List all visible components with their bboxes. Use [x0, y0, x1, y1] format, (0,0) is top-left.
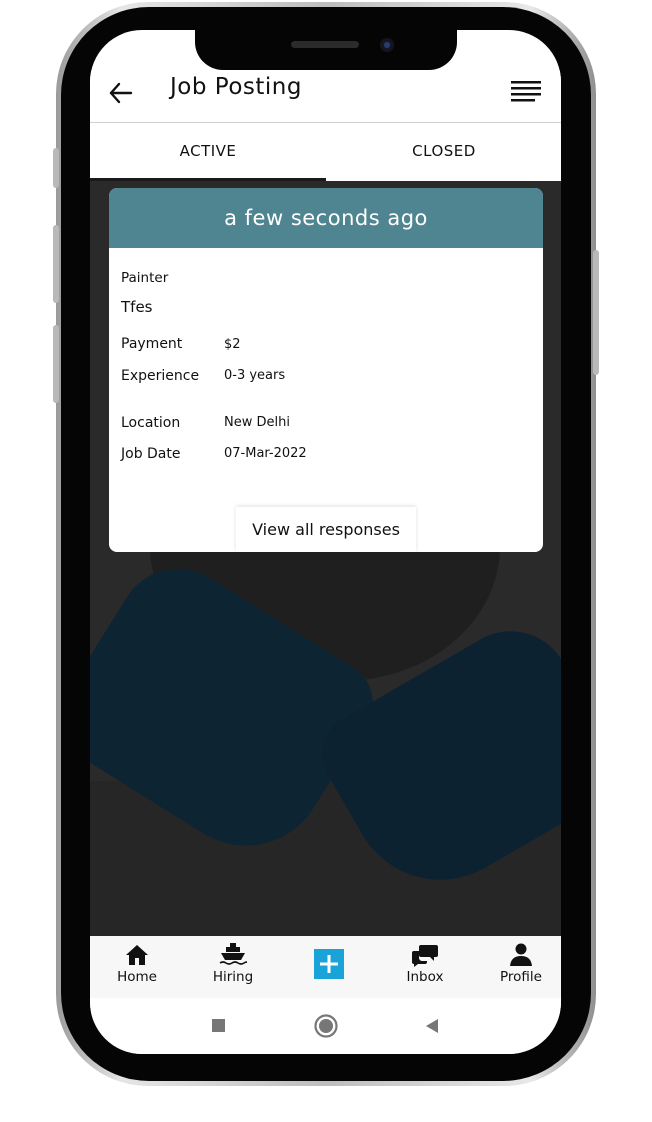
- nav-add[interactable]: [282, 936, 376, 998]
- experience-value: 0-3 years: [224, 368, 286, 383]
- nav-hiring[interactable]: Hiring: [186, 936, 280, 998]
- location-label: Location: [121, 415, 181, 431]
- bottom-nav: Home Hiring Inbox Profile: [90, 936, 561, 999]
- nav-hiring-label: Hiring: [212, 969, 254, 985]
- arrow-left-icon: [109, 82, 133, 104]
- menu-lines-icon: [511, 81, 541, 102]
- nav-inbox[interactable]: Inbox: [378, 936, 472, 998]
- page-title: Job Posting: [170, 74, 302, 100]
- nav-profile-label: Profile: [500, 969, 542, 985]
- home-icon: [126, 945, 148, 965]
- tab-bar: ACTIVE CLOSED: [90, 123, 561, 181]
- add-icon: [314, 949, 344, 979]
- system-nav-bar: [90, 998, 561, 1054]
- ship-icon: [219, 943, 247, 965]
- job-category: Painter: [121, 270, 169, 286]
- job-date-label: Job Date: [121, 446, 181, 462]
- person-icon: [510, 943, 532, 966]
- view-responses-button[interactable]: View all responses: [236, 507, 416, 552]
- content-area: a few seconds ago Painter Tfes Payment $…: [90, 181, 561, 937]
- card-timestamp: a few seconds ago: [109, 188, 543, 248]
- triangle-back-icon[interactable]: [423, 1017, 441, 1035]
- menu-button[interactable]: [509, 78, 543, 106]
- circle-icon[interactable]: [313, 1013, 339, 1039]
- back-button[interactable]: [104, 76, 138, 110]
- notch: [195, 30, 457, 70]
- nav-home-label: Home: [117, 969, 157, 985]
- tab-active[interactable]: ACTIVE: [90, 123, 326, 181]
- front-camera: [380, 38, 394, 52]
- nav-home[interactable]: Home: [90, 936, 184, 998]
- nav-profile[interactable]: Profile: [474, 936, 561, 998]
- screen: Job Posting ACTIVE CLOSED a few seconds …: [90, 30, 561, 1054]
- payment-label: Payment: [121, 336, 183, 352]
- volume-up-button: [53, 225, 59, 303]
- location-value: New Delhi: [224, 415, 290, 430]
- job-date-value: 07-Mar-2022: [224, 446, 307, 461]
- power-button: [593, 250, 599, 375]
- experience-label: Experience: [121, 368, 200, 384]
- mute-switch: [53, 148, 59, 188]
- payment-value: $2: [224, 337, 241, 352]
- tab-closed[interactable]: CLOSED: [326, 123, 561, 181]
- app-header: Job Posting: [90, 70, 561, 123]
- nav-inbox-label: Inbox: [406, 969, 444, 985]
- job-title: Tfes: [121, 298, 153, 316]
- square-icon[interactable]: [211, 1018, 227, 1034]
- speaker-grille: [291, 41, 359, 48]
- volume-down-button: [53, 325, 59, 403]
- chat-bubbles-icon: [412, 945, 438, 967]
- job-card[interactable]: a few seconds ago Painter Tfes Payment $…: [109, 188, 543, 552]
